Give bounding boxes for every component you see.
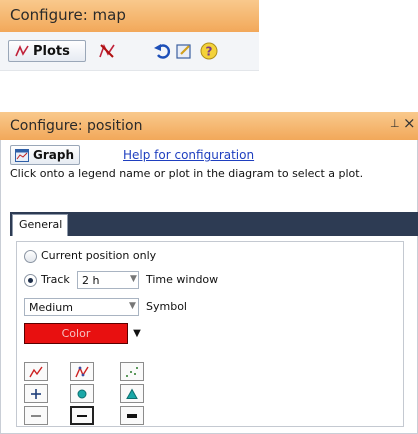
circle-marker-button[interactable]: [70, 384, 94, 403]
help-button[interactable]: ?: [197, 41, 221, 61]
current-position-radio[interactable]: [24, 250, 37, 263]
symbol-size-arrow-icon: ▼: [129, 301, 136, 311]
undo-icon: [154, 44, 170, 59]
track-radio-dot: [28, 278, 33, 283]
thin-line-icon: [31, 415, 41, 416]
dots-style-icon: [126, 366, 138, 377]
pin-icon[interactable]: ⊥: [390, 117, 400, 130]
svg-text:?: ?: [206, 45, 213, 59]
map-panel-title: Configure: map: [10, 6, 126, 24]
symbol-size-select[interactable]: Medium ▼: [24, 298, 139, 316]
plots-button[interactable]: Plots: [8, 40, 86, 62]
track-radio[interactable]: [24, 274, 37, 287]
edit-icon: [176, 44, 191, 59]
plus-marker-button[interactable]: [24, 384, 48, 403]
color-dropdown-arrow-icon: ▼: [133, 328, 141, 339]
remove-plot-button[interactable]: [95, 41, 119, 61]
map-panel-titlebar: Configure: map: [0, 0, 259, 32]
graph-label: Graph: [33, 148, 74, 162]
track-duration-value: 2 h: [82, 274, 100, 287]
symbol-label: Symbol: [146, 300, 187, 313]
line-markers-style-button[interactable]: [70, 362, 94, 381]
triangle-marker-icon: [126, 387, 138, 399]
help-configuration-link[interactable]: Help for configuration: [123, 148, 254, 162]
plus-marker-icon: [31, 388, 41, 399]
current-position-label: Current position only: [41, 249, 157, 262]
color-dropdown-button[interactable]: ▼: [130, 323, 144, 344]
medium-line-button[interactable]: [70, 406, 94, 425]
map-toolbar: Plots ?: [0, 32, 259, 71]
color-label: Color: [61, 327, 91, 340]
track-duration-select[interactable]: 2 h ▼: [77, 271, 139, 289]
position-panel-title: Configure: position: [10, 118, 143, 134]
circle-marker-icon: [77, 389, 87, 398]
tab-general[interactable]: General: [12, 214, 68, 236]
thick-line-button[interactable]: [120, 406, 144, 425]
tab-general-label: General: [19, 218, 63, 231]
graph-button[interactable]: Graph: [10, 145, 80, 165]
line-markers-style-icon: [75, 365, 89, 377]
triangle-marker-button[interactable]: [120, 384, 144, 403]
color-button[interactable]: Color: [24, 323, 128, 344]
plots-icon: [15, 45, 29, 57]
track-duration-arrow-icon: ▼: [130, 274, 137, 284]
graph-icon: [15, 148, 29, 162]
plots-label: Plots: [33, 43, 70, 59]
dots-style-button[interactable]: [120, 362, 144, 381]
tab-strip: [10, 212, 418, 236]
line-style-icon: [29, 366, 43, 377]
close-icon[interactable]: ×: [403, 114, 416, 132]
time-window-label: Time window: [146, 273, 219, 286]
edit-button[interactable]: [172, 41, 196, 61]
undo-button[interactable]: [150, 41, 174, 61]
symbol-size-value: Medium: [29, 301, 73, 314]
track-label: Track: [41, 273, 70, 286]
line-style-button[interactable]: [24, 362, 48, 381]
medium-line-icon: [77, 414, 87, 417]
instruction-text: Click onto a legend name or plot in the …: [10, 167, 364, 180]
thin-line-button[interactable]: [24, 406, 48, 425]
thick-line-icon: [127, 413, 137, 418]
help-icon: ?: [200, 42, 218, 60]
position-panel-titlebar: Configure: position ⊥ ×: [0, 112, 418, 140]
remove-plot-icon: [99, 43, 115, 58]
